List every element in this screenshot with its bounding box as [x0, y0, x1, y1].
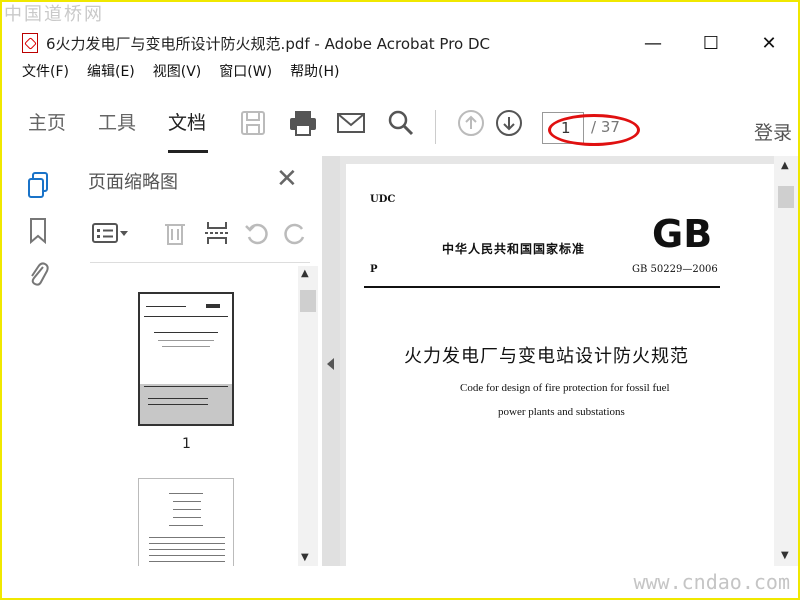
gb-mark: GB	[652, 212, 713, 256]
panel-divider	[90, 262, 310, 263]
menu-edit[interactable]: 编辑(E)	[87, 61, 135, 81]
thumbnail-scrollbar[interactable]: ▲ ▼	[298, 266, 318, 566]
national-standard-label: 中华人民共和国国家标准	[442, 242, 586, 256]
thumbnail-list: 1	[70, 266, 298, 566]
email-icon[interactable]	[334, 106, 368, 140]
maximize-button[interactable]: ☐	[682, 28, 740, 58]
login-link[interactable]: 登录	[754, 118, 792, 145]
attachments-icon[interactable]	[24, 258, 52, 288]
scroll-up-icon[interactable]: ▲	[301, 268, 309, 279]
thumbnail-page-1[interactable]	[138, 292, 234, 426]
menu-window[interactable]: 窗口(W)	[219, 61, 272, 81]
bookmarks-icon[interactable]	[24, 216, 52, 246]
pdf-file-icon	[22, 33, 38, 53]
doc-scroll-up-icon[interactable]: ▲	[781, 160, 789, 171]
rotate-right-icon[interactable]	[280, 218, 310, 248]
window-titlebar: 6火力发电厂与变电所设计防火规范.pdf - Adobe Acrobat Pro…	[2, 28, 798, 58]
annotation-circle	[548, 114, 640, 146]
thumbnail-options-icon[interactable]	[90, 218, 130, 248]
previous-page-icon[interactable]	[454, 106, 488, 140]
thumbnail-page-2[interactable]	[138, 478, 234, 566]
minimize-button[interactable]: —	[624, 28, 682, 58]
next-page-icon[interactable]	[492, 106, 526, 140]
bottom-strip: www.cndao.com	[2, 566, 798, 598]
print-icon[interactable]	[286, 106, 320, 140]
navigation-rail	[2, 156, 71, 566]
panel-toolbar	[70, 208, 322, 258]
page-thumbnails-icon[interactable]	[24, 170, 52, 200]
panel-collapse-bar[interactable]	[322, 156, 340, 566]
tab-tools[interactable]: 工具	[98, 108, 136, 135]
menu-file[interactable]: 文件(F)	[22, 61, 69, 81]
doc-scroll-down-icon[interactable]: ▼	[781, 550, 789, 561]
document-page: UDC GB 中华人民共和国国家标准 P GB 50229—2006 火力发电厂…	[346, 164, 774, 566]
document-title-cn: 火力发电厂与变电站设计防火规范	[404, 346, 689, 367]
main-area: 页面缩略图 ✕ 1 ▲ ▼ UDC GB 中华人民共和国国家标准 P GB 50…	[2, 156, 798, 598]
thumbnail-page-number: 1	[182, 436, 191, 452]
save-icon[interactable]	[236, 106, 270, 140]
menu-help[interactable]: 帮助(H)	[290, 61, 339, 81]
watermark-top: 中国道桥网	[4, 4, 104, 25]
window-title: 6火力发电厂与变电所设计防火规范.pdf - Adobe Acrobat Pro…	[46, 34, 491, 53]
search-icon[interactable]	[384, 106, 418, 140]
document-title-en-line2: power plants and substations	[498, 406, 625, 418]
delete-page-icon[interactable]	[160, 218, 190, 248]
toolbar-separator	[435, 110, 436, 144]
tab-document[interactable]: 文档	[168, 108, 206, 135]
p-label: P	[370, 264, 378, 275]
panel-title: 页面缩略图	[88, 172, 178, 193]
thumbnail-scroll-thumb[interactable]	[300, 290, 316, 312]
document-view: UDC GB 中华人民共和国国家标准 P GB 50229—2006 火力发电厂…	[340, 156, 774, 566]
standard-number: GB 50229—2006	[632, 264, 718, 275]
menu-view[interactable]: 视图(V)	[153, 61, 202, 81]
active-tab-indicator	[168, 150, 208, 153]
menu-bar: 文件(F) 编辑(E) 视图(V) 窗口(W) 帮助(H)	[2, 58, 798, 84]
document-scrollbar[interactable]: ▲ ▼	[774, 156, 798, 566]
screenshot-frame: 中国道桥网 6火力发电厂与变电所设计防火规范.pdf - Adobe Acrob…	[2, 2, 798, 598]
tab-home[interactable]: 主页	[28, 108, 66, 135]
close-button[interactable]: ✕	[740, 28, 798, 58]
collapse-arrow-icon[interactable]	[327, 358, 334, 370]
rotate-left-icon[interactable]	[242, 218, 272, 248]
panel-close-button[interactable]: ✕	[276, 164, 298, 194]
scroll-down-icon[interactable]: ▼	[301, 552, 309, 563]
window-controls: — ☐ ✕	[624, 28, 798, 58]
main-toolbar: 主页 工具 文档 1 / 37 登录	[2, 84, 798, 157]
document-scroll-thumb[interactable]	[778, 186, 794, 208]
udc-label: UDC	[370, 194, 396, 205]
watermark-bottom: www.cndao.com	[633, 570, 790, 594]
thumbnail-panel: 页面缩略图 ✕ 1 ▲ ▼	[70, 156, 322, 566]
thumbnail-footer	[140, 384, 232, 424]
extract-page-icon[interactable]	[202, 218, 232, 248]
header-rule	[364, 286, 720, 288]
document-title-en-line1: Code for design of fire protection for f…	[460, 382, 670, 394]
